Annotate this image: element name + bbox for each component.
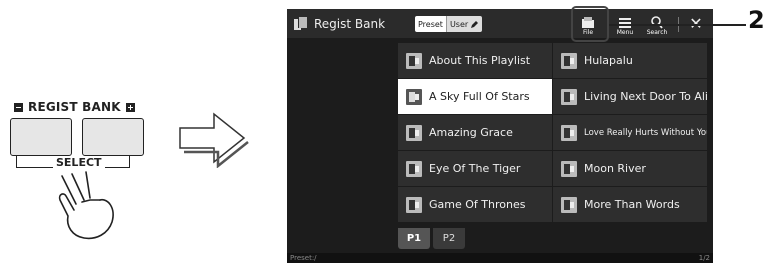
song-item-living-next-door-to-alice[interactable]: Living Next Door To Alice [553, 79, 708, 115]
song-name: Love Really Hurts Without You [584, 127, 708, 138]
preset-user-toggle: Preset User [415, 16, 483, 32]
close-icon: ✕ [689, 13, 703, 33]
minus-icon [14, 102, 23, 112]
status-path: Preset:/ [290, 254, 317, 262]
regist-bank-minus-button[interactable] [10, 118, 72, 156]
page-tabs: P1 P2 [398, 228, 465, 249]
search-icon [651, 16, 663, 29]
song-item-about-this-playlist[interactable]: About This Playlist [398, 43, 553, 79]
song-icon [406, 196, 422, 213]
page-tab-p2[interactable]: P2 [433, 228, 465, 249]
close-button[interactable]: ✕ [685, 12, 707, 34]
left-blank-area [287, 38, 397, 253]
hand-pressing-icon [58, 171, 114, 240]
select-label: SELECT [53, 156, 105, 169]
song-name: Living Next Door To Alice [584, 90, 708, 103]
user-tab-label: User [449, 19, 469, 29]
song-item-amazing-grace[interactable]: Amazing Grace [398, 115, 553, 151]
song-name: Game Of Thrones [429, 198, 526, 211]
screen-title-text: Regist Bank [314, 16, 386, 31]
song-item-more-than-words[interactable]: More Than Words [553, 187, 708, 223]
song-icon [406, 160, 422, 177]
file-callout-box [571, 6, 609, 42]
song-icon [561, 124, 577, 141]
regist-bank-plus-button[interactable] [82, 118, 144, 156]
song-icon [561, 160, 577, 177]
song-name: Moon River [584, 162, 646, 175]
callout-line [609, 24, 746, 26]
song-name: Hulapalu [584, 54, 633, 67]
song-name: A Sky Full Of Stars [429, 90, 530, 103]
song-item-love-really-hurts-without-you[interactable]: Love Really Hurts Without You [553, 115, 708, 151]
regist-bank-label: REGIST BANK [14, 100, 135, 114]
status-bar: Preset:/ 1/2 [287, 253, 713, 263]
status-page-count: 1/2 [698, 254, 710, 262]
song-item-moon-river[interactable]: Moon River [553, 151, 708, 187]
regist-bank-screen: Regist Bank Preset User File Menu Search [287, 9, 713, 263]
song-name: More Than Words [584, 198, 680, 211]
callout-number: 2 [748, 6, 765, 34]
menu-icon [619, 18, 631, 28]
song-icon [561, 88, 577, 105]
menu-label: Menu [616, 29, 634, 36]
song-icon [561, 52, 577, 69]
song-grid: About This Playlist Hulapalu A Sky Full … [398, 43, 708, 223]
song-icon [406, 124, 422, 141]
song-icon [561, 196, 577, 213]
page-tab-p1[interactable]: P1 [398, 228, 430, 249]
user-tab[interactable]: User [445, 16, 483, 32]
preset-tab[interactable]: Preset [415, 16, 446, 32]
song-item-hulapalu[interactable]: Hulapalu [553, 43, 708, 79]
plus-icon [125, 102, 135, 112]
song-icon [406, 88, 422, 105]
song-name: Amazing Grace [429, 126, 513, 139]
song-icon [406, 52, 422, 69]
right-arrow-icon [179, 112, 249, 168]
regist-bank-icon [294, 17, 307, 30]
song-name: About This Playlist [429, 54, 531, 67]
pencil-icon [471, 20, 479, 28]
song-item-eye-of-the-tiger[interactable]: Eye Of The Tiger [398, 151, 553, 187]
song-name: Eye Of The Tiger [429, 162, 521, 175]
search-label: Search [646, 29, 668, 36]
regist-bank-text: REGIST BANK [28, 100, 121, 114]
screen-title: Regist Bank [294, 17, 385, 31]
song-item-a-sky-full-of-stars[interactable]: A Sky Full Of Stars [398, 79, 553, 115]
song-item-game-of-thrones[interactable]: Game Of Thrones [398, 187, 553, 223]
